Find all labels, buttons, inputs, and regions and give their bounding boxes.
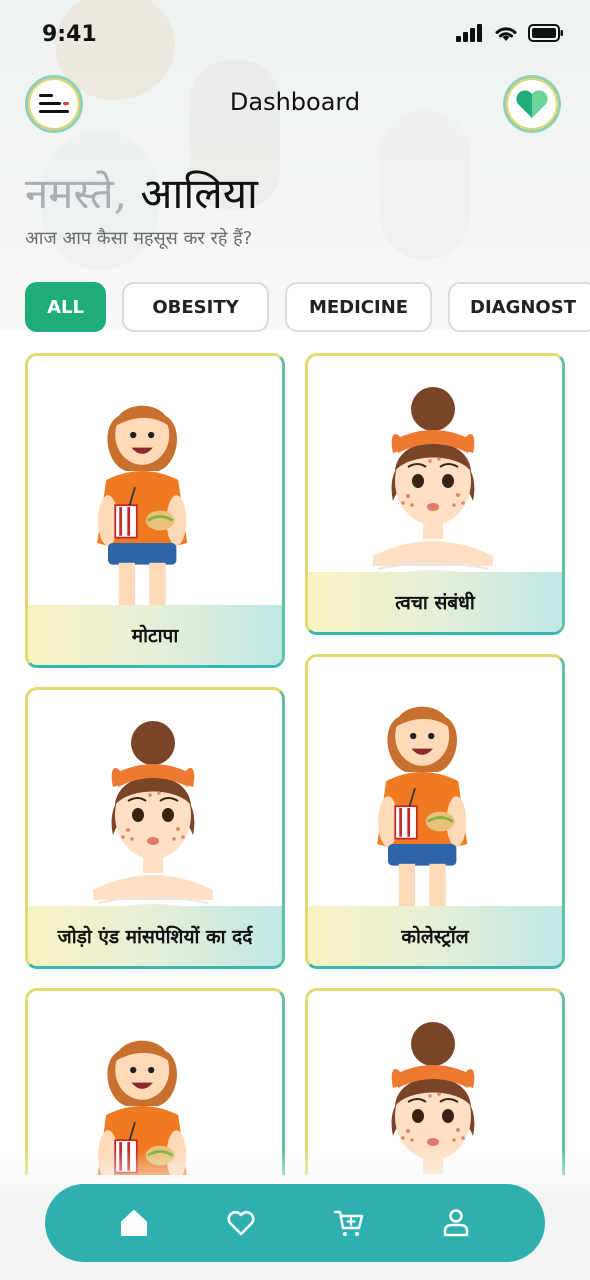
filter-chip-medicine[interactable]: MEDICINE: [285, 282, 432, 332]
category-card[interactable]: जोड़ो एंड मांसपेशियों का दर्द: [25, 687, 285, 969]
card-label: कोलेस्ट्रॉल: [308, 906, 562, 966]
category-card[interactable]: [25, 988, 285, 1175]
heart-icon: [516, 90, 548, 118]
battery-icon: [528, 24, 563, 42]
heart-icon: [227, 1210, 255, 1236]
filter-chips: ALL OBESITY MEDICINE DIAGNOST: [25, 282, 590, 336]
card-illustration: [95, 403, 189, 606]
filter-chip-obesity[interactable]: OBESITY: [122, 282, 269, 332]
card-illustration: [95, 1038, 189, 1175]
greeting-subtitle: आज आप कैसा महसूस कर रहे हैं?: [25, 228, 253, 249]
greeting-word: नमस्ते,: [25, 169, 128, 218]
status-bar: 9:41: [0, 0, 590, 70]
card-label: मोटापा: [28, 605, 282, 665]
bottom-navigation: [45, 1184, 545, 1262]
card-illustration: [372, 386, 494, 578]
page-title: Dashboard: [229, 88, 361, 116]
nav-home[interactable]: [114, 1203, 154, 1243]
category-card[interactable]: त्वचा संबंधी: [305, 353, 565, 635]
card-label: त्वचा संबंधी: [308, 572, 562, 632]
category-card[interactable]: [305, 988, 565, 1175]
cart-icon: [333, 1210, 363, 1236]
category-grid: मोटापा त्वचा संबंधी जोड़ो एंड मांसपेशियो…: [0, 350, 590, 1175]
user-icon: [444, 1209, 469, 1237]
nav-cart[interactable]: [329, 1203, 369, 1243]
greeting: नमस्ते, आलिया: [25, 166, 258, 222]
greeting-name: आलिया: [140, 169, 258, 218]
card-label: जोड़ो एंड मांसपेशियों का दर्द: [28, 906, 282, 966]
card-illustration: [372, 1021, 494, 1175]
status-time: 9:41: [42, 22, 97, 47]
nav-profile[interactable]: [436, 1203, 476, 1243]
signal-icon: [456, 24, 482, 42]
category-card[interactable]: कोलेस्ट्रॉल: [305, 654, 565, 969]
category-card[interactable]: मोटापा: [25, 353, 285, 668]
filter-chip-diagnostics[interactable]: DIAGNOST: [448, 282, 590, 332]
wifi-icon: [495, 27, 517, 41]
filter-chip-all[interactable]: ALL: [25, 282, 106, 332]
nav-favorites[interactable]: [221, 1203, 261, 1243]
favorites-button[interactable]: [503, 75, 561, 133]
home-icon: [120, 1210, 147, 1236]
card-illustration: [92, 720, 214, 912]
card-illustration: [375, 704, 469, 907]
